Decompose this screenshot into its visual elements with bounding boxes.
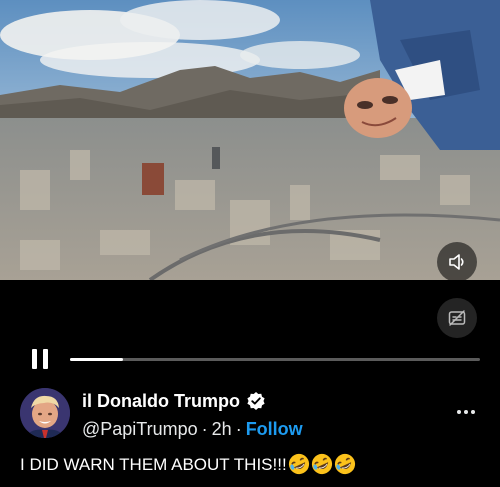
speaker-icon <box>449 254 464 270</box>
avatar[interactable] <box>20 388 70 438</box>
video-progress-bar[interactable] <box>70 358 480 361</box>
pause-button[interactable] <box>32 349 54 373</box>
rofl-emoji-icon <box>334 453 355 475</box>
separator-dot: · <box>235 419 242 439</box>
video-player[interactable] <box>0 0 500 280</box>
post-text-content: I DID WARN THEM ABOUT THIS!!! <box>20 455 287 474</box>
video-progress-fill <box>70 358 124 361</box>
pause-icon <box>32 349 37 369</box>
captions-toggle-button[interactable] <box>437 298 477 338</box>
post-author: il Donaldo Trumpo @PapiTrumpo · 2h · Follow <box>20 388 480 442</box>
rofl-emoji-icon <box>288 453 309 475</box>
video-controls <box>0 345 500 375</box>
pause-icon <box>43 349 48 369</box>
separator-dot: · <box>201 419 208 439</box>
author-display-name[interactable]: il Donaldo Trumpo <box>82 390 303 412</box>
rofl-emoji-icon <box>311 453 332 475</box>
verified-badge-icon <box>247 392 265 410</box>
post-text: I DID WARN THEM ABOUT THIS!!! <box>20 453 356 477</box>
video-frame-image <box>0 0 500 280</box>
sound-toggle-button[interactable] <box>437 242 477 282</box>
author-handle[interactable]: @PapiTrumpo <box>82 419 198 439</box>
more-options-icon <box>457 410 475 414</box>
captions-off-icon <box>448 310 466 326</box>
follow-button[interactable]: Follow <box>246 419 303 439</box>
author-display-name-text: il Donaldo Trumpo <box>82 391 240 411</box>
post-author-names: il Donaldo Trumpo @PapiTrumpo · 2h · Follow <box>82 390 303 440</box>
post-timestamp[interactable]: 2h <box>212 419 232 439</box>
author-handle-row: @PapiTrumpo · 2h · Follow <box>82 418 303 440</box>
more-options-button[interactable] <box>452 402 480 422</box>
